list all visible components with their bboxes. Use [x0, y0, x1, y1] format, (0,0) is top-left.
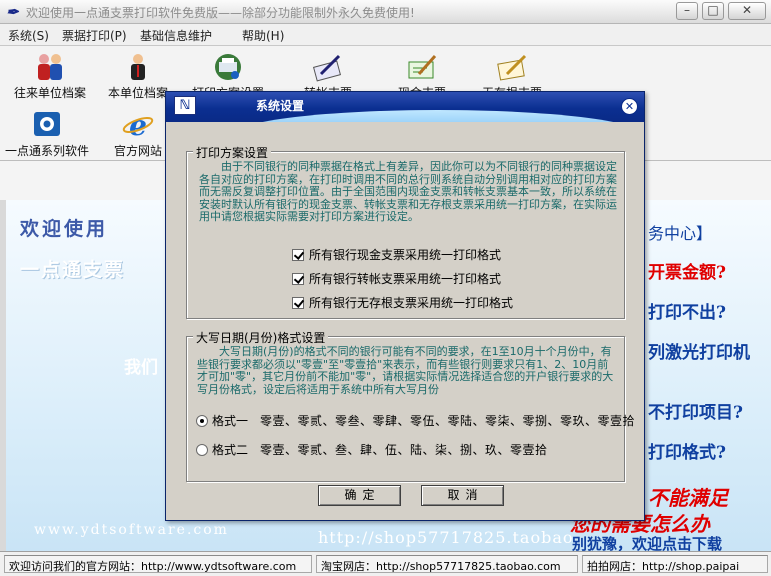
checkbox[interactable]: [292, 273, 304, 285]
date-format-group: 大写日期(月份)格式设置 大写日期(月份)的格式不同的银行可能有不同的要求，在1…: [186, 329, 635, 482]
dialog-logo-icon: ℕ: [174, 96, 196, 115]
app-pen-icon: ✒: [6, 3, 19, 21]
dialog-close-button[interactable]: ✕: [621, 98, 638, 115]
tool-label: 往来单位档案: [13, 86, 86, 100]
menu-print[interactable]: 票据打印(P): [62, 27, 127, 44]
option-stubless-unified[interactable]: 所有银行无存根支票采用统一打印格式: [292, 294, 513, 311]
welcome-line-3: 我们: [124, 358, 158, 378]
radio-selected[interactable]: [196, 415, 208, 427]
dialog-title: 系统设置: [256, 99, 305, 113]
welcome-line-1: 欢迎使用: [20, 218, 109, 240]
title-bar: ✒ 欢迎使用一点通支票打印软件免费版——除部分功能限制外永久免费使用! – □ …: [0, 0, 771, 24]
welcome-line-2: 一点通支票: [20, 259, 126, 281]
status-website[interactable]: 欢迎访问我们的官方网站：http://www.ydtsoftware.com: [4, 555, 312, 573]
option-label: 格式一: [212, 414, 249, 428]
option-label: 所有银行现金支票采用统一打印格式: [309, 248, 502, 262]
checkbox[interactable]: [292, 249, 304, 261]
faq-amount[interactable]: 开票金额?: [648, 258, 726, 283]
faq-no-print-item[interactable]: 不打印项目?: [648, 398, 743, 423]
promo-line-1[interactable]: 不能满足: [648, 482, 728, 511]
faq-print-format[interactable]: 打印格式?: [648, 438, 726, 463]
status-bar: 欢迎访问我们的官方网站：http://www.ydtsoftware.com 淘…: [0, 551, 771, 576]
menu-help[interactable]: 帮助(H): [242, 27, 284, 44]
format-sample: 零壹、零贰、零叁、零肆、零伍、零陆、零柒、零捌、零玖、零壹拾: [260, 414, 636, 428]
tool-partner-archive[interactable]: 往来单位档案: [0, 52, 100, 101]
people-icon: [38, 54, 62, 80]
shop-watermark: http://shop57717825.taobao: [318, 528, 574, 547]
tool-software-series[interactable]: 一点通系列软件: [0, 110, 97, 159]
print-scheme-group: 打印方案设置 由于不同银行的同种票据在格式上有差异，因此你可以为不同银行的同种票…: [186, 144, 625, 319]
svg-text:e: e: [129, 110, 147, 140]
stubless-check-icon: [497, 54, 527, 81]
dialog-title-bar[interactable]: ℕ 系统设置 ✕: [166, 92, 644, 134]
checkbox[interactable]: [292, 297, 304, 309]
minimize-button[interactable]: –: [676, 2, 698, 20]
option-label: 格式二: [212, 443, 249, 457]
cancel-button[interactable]: 取消: [421, 485, 504, 506]
close-window-button[interactable]: ✕: [728, 2, 766, 20]
pen-check-icon: [312, 54, 342, 82]
maximize-button[interactable]: □: [702, 2, 724, 20]
menu-base-info[interactable]: 基础信息维护: [140, 27, 212, 44]
faq-print-fail[interactable]: 打印不出?: [648, 298, 726, 323]
print-scheme-title: 打印方案设置: [193, 144, 272, 161]
menu-bar: 系统(S) 票据打印(P) 基础信息维护 帮助(H): [0, 24, 771, 46]
tool-label: 一点通系列软件: [4, 144, 89, 158]
format-sample: 零壹、零贰、叁、肆、伍、陆、柒、捌、玖、零壹拾: [260, 443, 548, 457]
software-icon: [34, 112, 60, 136]
person-icon: [131, 54, 145, 80]
printer-settings-icon: [215, 54, 241, 80]
option-transfer-unified[interactable]: 所有银行转帐支票采用统一打印格式: [292, 270, 501, 287]
date-format-description: 大写日期(月份)的格式不同的银行可能有不同的要求，在1至10月十个月份中，有些银…: [197, 345, 614, 396]
format-one-option[interactable]: 格式一 零壹、零贰、零叁、零肆、零伍、零陆、零柒、零捌、零玖、零壹拾: [196, 412, 635, 429]
system-settings-dialog: ℕ 系统设置 ✕ 打印方案设置 由于不同银行的同种票据在格式上有差异，因此你可以…: [165, 91, 645, 521]
cash-check-icon: [408, 55, 437, 79]
site-watermark: www.ydtsoftware.com: [34, 522, 229, 538]
status-paipai[interactable]: 拍拍网店：http://shop.paipai: [582, 555, 768, 573]
status-taobao[interactable]: 淘宝网店：http://shop57717825.taobao.com: [316, 555, 578, 573]
ok-button[interactable]: 确定: [318, 485, 401, 506]
menu-system[interactable]: 系统(S): [8, 27, 49, 44]
option-label: 所有银行无存根支票采用统一打印格式: [309, 296, 514, 310]
service-center-link[interactable]: 务中心】: [648, 220, 712, 244]
format-two-option[interactable]: 格式二 零壹、零贰、叁、肆、伍、陆、柒、捌、玖、零壹拾: [196, 441, 548, 458]
ie-icon: e: [122, 110, 154, 140]
dialog-body: 打印方案设置 由于不同银行的同种票据在格式上有差异，因此你可以为不同银行的同种票…: [166, 122, 644, 520]
print-scheme-description: 由于不同银行的同种票据在格式上有差异，因此你可以为不同银行的同种票据设定各自对应…: [199, 160, 617, 223]
window-title: 欢迎使用一点通支票打印软件免费版——除部分功能限制外永久免费使用!: [26, 6, 415, 20]
date-format-title: 大写日期(月份)格式设置: [193, 329, 329, 346]
option-label: 所有银行转帐支票采用统一打印格式: [309, 272, 502, 286]
option-cash-unified[interactable]: 所有银行现金支票采用统一打印格式: [292, 246, 501, 263]
faq-laser-printer[interactable]: 列激光打印机: [648, 338, 750, 363]
radio-unselected[interactable]: [196, 444, 208, 456]
